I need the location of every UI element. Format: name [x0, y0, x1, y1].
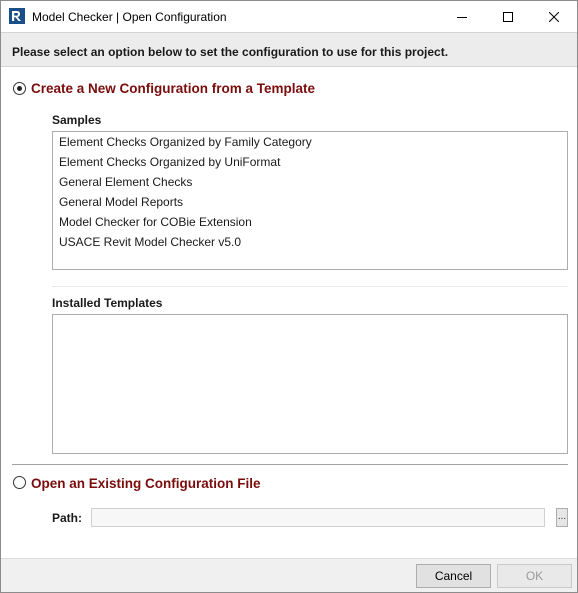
installed-templates-listbox[interactable]	[52, 314, 568, 454]
title-bar[interactable]: Model Checker | Open Configuration	[1, 1, 577, 32]
minimize-icon	[457, 16, 467, 18]
list-item[interactable]: Element Checks Organized by Family Categ…	[53, 132, 567, 152]
instruction-banner: Please select an option below to set the…	[1, 32, 577, 67]
list-item[interactable]: General Element Checks	[53, 172, 567, 192]
close-button[interactable]	[531, 1, 577, 32]
list-item[interactable]: Model Checker for COBie Extension	[53, 212, 567, 232]
cancel-button[interactable]: Cancel	[416, 564, 491, 588]
maximize-button[interactable]	[485, 1, 531, 32]
list-item[interactable]: General Model Reports	[53, 192, 567, 212]
window-title: Model Checker | Open Configuration	[32, 10, 227, 24]
samples-label: Samples	[52, 113, 102, 127]
radio-open-existing[interactable]	[13, 476, 26, 489]
instruction-text: Please select an option below to set the…	[12, 45, 449, 59]
options-separator	[12, 464, 568, 465]
browse-button[interactable]: ...	[556, 508, 568, 527]
radio-selected-dot	[17, 86, 22, 91]
dialog-window: Model Checker | Open Configuration Pleas…	[0, 0, 578, 593]
list-item[interactable]: Element Checks Organized by UniFormat	[53, 152, 567, 172]
samples-listbox[interactable]: Element Checks Organized by Family Categ…	[52, 131, 568, 270]
revit-app-icon	[9, 8, 25, 24]
list-item[interactable]: USACE Revit Model Checker v5.0	[53, 232, 567, 252]
dialog-footer: Cancel OK	[1, 558, 577, 592]
maximize-icon	[503, 11, 513, 22]
installed-templates-label: Installed Templates	[52, 296, 163, 310]
path-input[interactable]	[91, 508, 545, 527]
minimize-button[interactable]	[439, 1, 485, 32]
option-open-existing-label[interactable]: Open an Existing Configuration File	[31, 476, 261, 491]
samples-separator	[52, 286, 568, 287]
ok-button[interactable]: OK	[497, 564, 572, 588]
radio-create-from-template[interactable]	[13, 82, 26, 95]
path-label: Path:	[52, 511, 82, 525]
option-create-from-template-label[interactable]: Create a New Configuration from a Templa…	[31, 81, 315, 96]
close-icon	[549, 11, 559, 22]
